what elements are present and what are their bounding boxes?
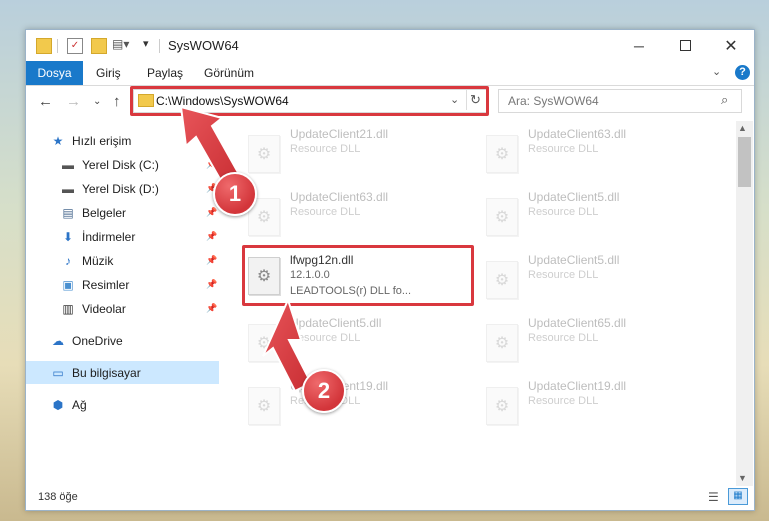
annotation-overlay xyxy=(179,105,313,393)
callout-1: 1 xyxy=(213,172,257,216)
arrow-2-icon xyxy=(262,297,313,393)
callout-2: 2 xyxy=(302,369,346,413)
